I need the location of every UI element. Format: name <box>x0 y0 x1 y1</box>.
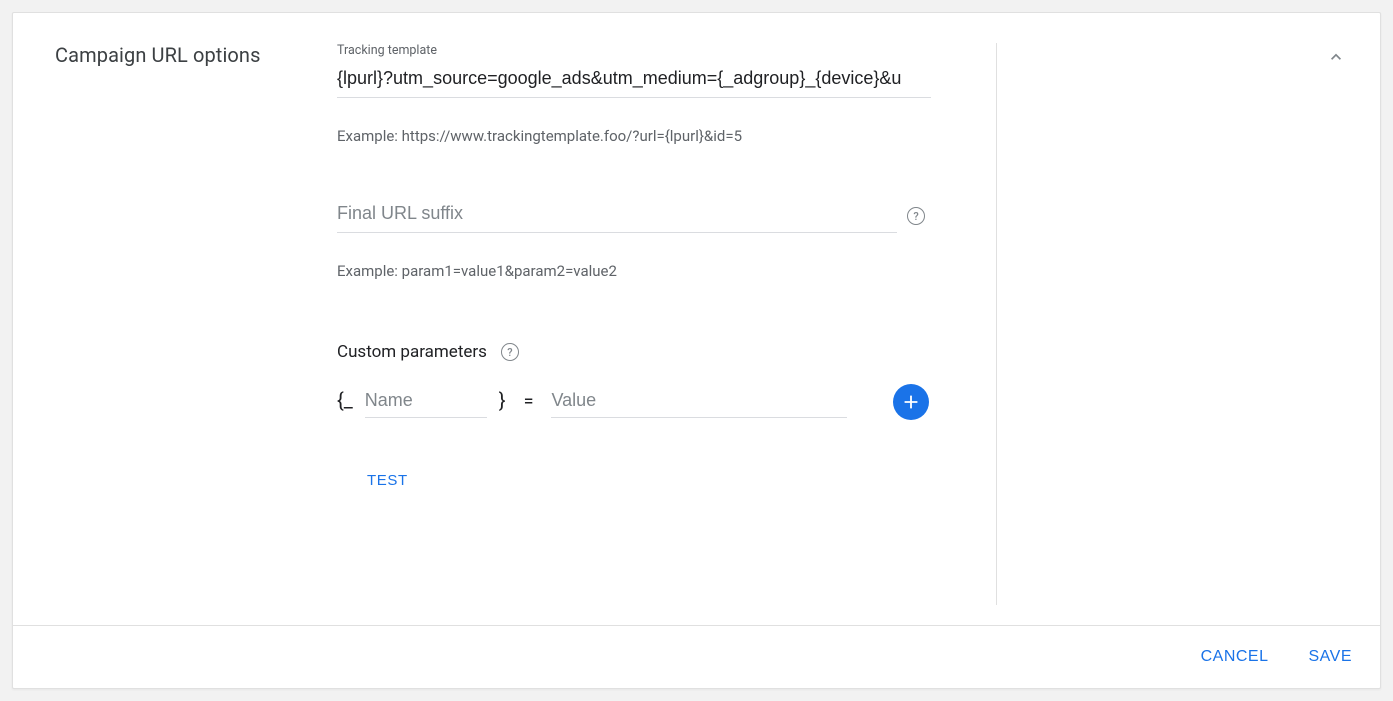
param-name-input[interactable] <box>365 386 487 418</box>
add-parameter-button[interactable] <box>893 384 929 420</box>
card-body: Campaign URL options Tracking template E… <box>13 13 1380 625</box>
save-button[interactable]: SAVE <box>1309 648 1353 666</box>
section-title: Campaign URL options <box>55 43 337 67</box>
tracking-template-input[interactable] <box>337 62 931 98</box>
help-icon[interactable]: ? <box>907 207 925 225</box>
equals-sign: = <box>524 391 534 418</box>
tracking-template-block: Tracking template Example: https://www.t… <box>337 43 956 147</box>
custom-parameters-title: Custom parameters <box>337 342 487 362</box>
tracking-template-example: Example: https://www.trackingtemplate.fo… <box>337 126 956 147</box>
cancel-button[interactable]: CANCEL <box>1201 648 1269 666</box>
test-button[interactable]: TEST <box>367 472 408 489</box>
brace-open: {_ <box>337 388 353 418</box>
campaign-url-options-card: Campaign URL options Tracking template E… <box>12 12 1381 689</box>
tracking-template-label: Tracking template <box>337 43 956 58</box>
final-url-suffix-input[interactable] <box>337 197 897 233</box>
test-row: TEST <box>337 472 956 489</box>
right-column <box>997 43 1350 605</box>
help-icon[interactable]: ? <box>501 343 519 361</box>
plus-icon <box>900 391 922 413</box>
form-column: Tracking template Example: https://www.t… <box>337 43 997 605</box>
brace-close: } <box>499 388 506 418</box>
section-title-column: Campaign URL options <box>55 43 337 605</box>
final-url-suffix-row: ? <box>337 197 956 233</box>
custom-parameters-block: Custom parameters ? {_ } = TEST <box>337 342 956 489</box>
footer-actions: CANCEL SAVE <box>13 625 1380 688</box>
custom-parameters-title-row: Custom parameters ? <box>337 342 956 362</box>
custom-parameter-row: {_ } = <box>337 384 956 418</box>
collapse-button[interactable] <box>1326 47 1346 71</box>
chevron-up-icon <box>1326 47 1346 67</box>
final-url-suffix-example: Example: param1=value1&param2=value2 <box>337 261 956 282</box>
param-value-input[interactable] <box>551 386 847 418</box>
